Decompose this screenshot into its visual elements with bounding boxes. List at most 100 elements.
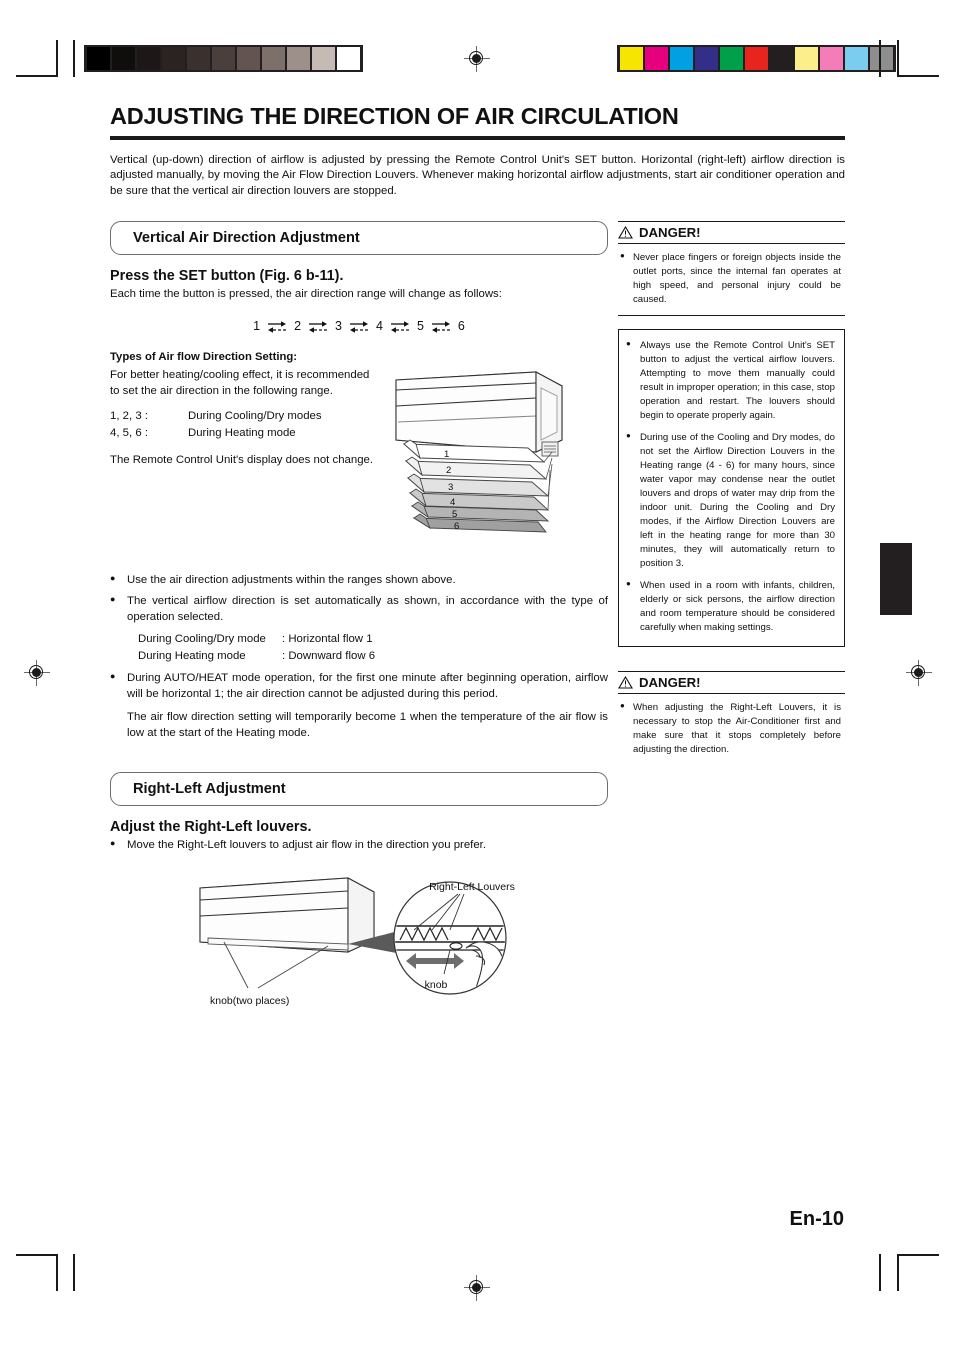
seq-num-5: 5 (416, 318, 424, 333)
danger-body: Never place fingers or foreign objects i… (618, 244, 845, 317)
auto-mode-flow: : Horizontal flow 1 (282, 632, 373, 645)
calibration-swatch-10 (870, 47, 893, 70)
page-number: En-10 (789, 1208, 844, 1230)
vertical-bullet-list-2: During AUTO/HEAT mode operation, for the… (110, 670, 608, 703)
caution-box: Always use the Remote Control Unit's SET… (618, 329, 845, 648)
calibration-swatch-8 (820, 47, 843, 70)
calibration-swatch-10 (337, 47, 360, 70)
air-direction-sequence: 1 2 3 4 5 6 (110, 319, 608, 333)
seq-num-1: 1 (253, 318, 261, 333)
calibration-swatch-0 (87, 47, 110, 70)
types-text-block: For better heating/cooling effect, it is… (110, 366, 382, 469)
seq-num-3: 3 (335, 318, 342, 333)
seq-num-4: 4 (376, 318, 383, 333)
calibration-swatch-3 (162, 47, 185, 70)
crop-mark-br-v (879, 1254, 881, 1291)
danger-body: When adjusting the Right-Left Louvers, i… (618, 694, 845, 765)
calibration-swatch-7 (795, 47, 818, 70)
types-lead: For better heating/cooling effect, it is… (110, 368, 382, 399)
rightleft-bullet-list: Move the Right-Left louvers to adjust ai… (110, 837, 608, 854)
figure-plane-label: 5 (452, 509, 457, 520)
types-and-figure: For better heating/cooling effect, it is… (110, 366, 608, 551)
mode-value: During Cooling/Dry modes (188, 410, 322, 423)
list-item: Always use the Remote Control Unit's SET… (626, 338, 835, 423)
knob-label: knob (425, 979, 448, 991)
section-banner-rightleft: Right-Left Adjustment (110, 771, 608, 806)
calibration-swatch-1 (645, 47, 668, 70)
warning-triangle-icon (618, 676, 633, 689)
rightleft-heading: Adjust the Right-Left louvers. (110, 818, 312, 835)
page-title: ADJUSTING THE DIRECTION OF AIR CIRCULATI… (110, 103, 679, 129)
right-column: DANGER! Never place fingers or foreign o… (618, 221, 845, 1015)
auto-mode-row: During Cooling/Dry mode : Horizontal flo… (138, 631, 608, 648)
danger-title: DANGER! (639, 675, 701, 691)
calibration-swatch-2 (670, 47, 693, 70)
calibration-swatch-9 (845, 47, 868, 70)
crop-mark-br-h (897, 1254, 939, 1256)
calibration-swatch-4 (720, 47, 743, 70)
vertical-lead: Each time the button is pressed, the air… (110, 287, 608, 303)
calibration-swatch-0 (620, 47, 643, 70)
calibration-swatch-1 (112, 47, 135, 70)
danger-box-2: DANGER! When adjusting the Right-Left Lo… (618, 671, 845, 765)
calibration-swatch-8 (287, 47, 310, 70)
swap-arrow-icon (267, 320, 287, 334)
vertical-airflow-figure: 1 2 3 4 5 6 (386, 366, 586, 551)
list-item: Move the Right-Left louvers to adjust ai… (110, 837, 608, 854)
intro-paragraph: Vertical (up-down) direction of airflow … (110, 153, 845, 200)
danger-list: When adjusting the Right-Left Louvers, i… (620, 700, 841, 757)
crop-mark-tl-h (16, 75, 58, 77)
auto-mode-row: During Heating mode : Downward flow 6 (138, 648, 608, 665)
mode-row: 4, 5, 6 : During Heating mode (110, 425, 382, 441)
calibration-swatch-5 (212, 47, 235, 70)
mode-key: 4, 5, 6 : (110, 426, 148, 439)
crop-mark-bl-v2 (73, 1254, 75, 1291)
calibration-swatch-7 (262, 47, 285, 70)
figure-plane-label: 2 (446, 465, 451, 476)
caution-list: Always use the Remote Control Unit's SET… (626, 338, 835, 635)
mode-key: 1, 2, 3 : (110, 410, 148, 423)
auto-mode-lines: During Cooling/Dry mode : Horizontal flo… (138, 631, 608, 665)
crop-mark-tr-h (897, 75, 939, 77)
auto-mode-name: During Heating mode (138, 649, 246, 662)
crop-mark-bl-v (56, 1254, 58, 1291)
grayscale-calibration-strip (84, 45, 363, 72)
figure-plane-label: 1 (444, 449, 449, 460)
registration-mark-left (24, 660, 50, 686)
warning-triangle-icon (618, 226, 633, 239)
danger-box-1: DANGER! Never place fingers or foreign o… (618, 221, 845, 317)
calibration-swatch-9 (312, 47, 335, 70)
list-item: Never place fingers or foreign objects i… (620, 250, 841, 307)
list-item: When used in a room with infants, childr… (626, 578, 835, 635)
danger-header: DANGER! (618, 671, 845, 695)
swap-arrow-icon (349, 320, 369, 334)
crop-mark-bl-h (16, 1254, 58, 1256)
types-label: Types of Air flow Direction Setting: (110, 350, 298, 363)
list-item: The vertical airflow direction is set au… (110, 593, 608, 626)
calibration-swatch-2 (137, 47, 160, 70)
left-column: Vertical Air Direction Adjustment Press … (110, 221, 608, 1015)
edge-thumb-tab (880, 543, 912, 615)
figure-plane-label: 6 (454, 521, 459, 532)
swap-arrow-icon (390, 320, 410, 334)
list-item: During AUTO/HEAT mode operation, for the… (110, 670, 608, 703)
auto-mode-name: During Cooling/Dry mode (138, 632, 266, 645)
display-note: The Remote Control Unit's display does n… (110, 453, 382, 469)
page-content: ADJUSTING THE DIRECTION OF AIR CIRCULATI… (110, 104, 845, 1015)
calibration-swatch-6 (770, 47, 793, 70)
registration-mark-bottom (464, 1275, 490, 1301)
two-column-layout: Vertical Air Direction Adjustment Press … (110, 221, 845, 1015)
display-note-text: The Remote Control Unit's display does n… (110, 453, 374, 466)
mode-row: 1, 2, 3 : During Cooling/Dry modes (110, 408, 382, 424)
danger-list: Never place fingers or foreign objects i… (620, 250, 841, 307)
section-banner-vertical: Vertical Air Direction Adjustment (110, 221, 608, 256)
calibration-swatch-5 (745, 47, 768, 70)
seq-num-6: 6 (457, 318, 465, 333)
vertical-bullet-list: Use the air direction adjustments within… (110, 572, 608, 626)
mode-range-table: 1, 2, 3 : During Cooling/Dry modes 4, 5,… (110, 408, 382, 440)
crop-mark-br-v2 (897, 1254, 899, 1291)
list-item: Use the air direction adjustments within… (110, 572, 608, 589)
calibration-swatch-6 (237, 47, 260, 70)
rightleft-louvers-figure: knob(two places) Right-Left Louvers knob (188, 870, 608, 1015)
title-rule (110, 135, 845, 140)
